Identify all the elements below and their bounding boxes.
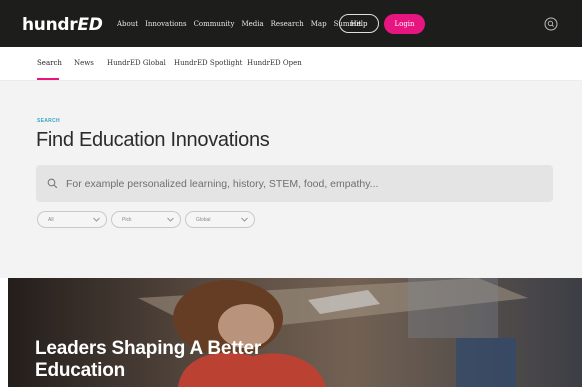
section-eyebrow: SEARCH xyxy=(37,118,60,124)
logo-text: hundr xyxy=(22,15,78,35)
subnav-item-news[interactable]: News xyxy=(74,59,94,67)
hero-banner[interactable]: Leaders Shaping A Better Education xyxy=(8,278,582,387)
menu-item-about[interactable]: About xyxy=(117,20,138,28)
filter-dropdown-location[interactable]: Global xyxy=(185,211,255,228)
subnav-item-search[interactable]: Search xyxy=(37,59,62,67)
sub-navigation: Search News HundrED Global HundrED Spotl… xyxy=(0,47,582,81)
search-bar[interactable] xyxy=(36,165,553,202)
page-title: Find Education Innovations xyxy=(36,129,270,151)
search-input[interactable] xyxy=(66,165,546,202)
chevron-down-icon xyxy=(93,217,100,222)
chevron-down-icon xyxy=(167,217,174,222)
search-globe-icon[interactable] xyxy=(544,17,558,31)
filter-dropdown-label: All xyxy=(48,216,54,223)
chevron-down-icon xyxy=(241,217,248,222)
menu-item-media[interactable]: Media xyxy=(241,20,263,28)
filter-dropdown-label: Global xyxy=(196,216,211,223)
logo-text-accent: ED xyxy=(77,15,103,35)
subnav-item-hundred-spotlight[interactable]: HundrED Spotlight xyxy=(174,59,242,67)
main-menu: About Innovations Community Media Resear… xyxy=(117,20,361,28)
menu-item-research[interactable]: Research xyxy=(271,20,304,28)
top-navigation: hundrED About Innovations Community Medi… xyxy=(0,0,582,47)
filter-dropdown-type[interactable]: Pick xyxy=(111,211,181,228)
menu-item-map[interactable]: Map xyxy=(311,20,327,28)
menu-item-innovations[interactable]: Innovations xyxy=(145,20,187,28)
hero-title: Leaders Shaping A Better Education xyxy=(35,338,262,381)
menu-item-community[interactable]: Community xyxy=(194,20,235,28)
subnav-item-hundred-global[interactable]: HundrED Global xyxy=(107,59,166,67)
login-button[interactable]: Login xyxy=(384,14,425,34)
filter-dropdown-category[interactable]: All xyxy=(37,211,107,228)
filter-dropdown-label: Pick xyxy=(122,216,132,223)
subnav-item-hundred-open[interactable]: HundrED Open xyxy=(247,59,302,67)
help-button[interactable]: Help xyxy=(339,14,379,33)
search-section: SEARCH Find Education Innovations All Pi… xyxy=(0,81,582,278)
active-tab-indicator xyxy=(37,78,59,80)
hundred-logo[interactable]: hundrED xyxy=(22,15,103,35)
search-icon xyxy=(47,178,58,189)
